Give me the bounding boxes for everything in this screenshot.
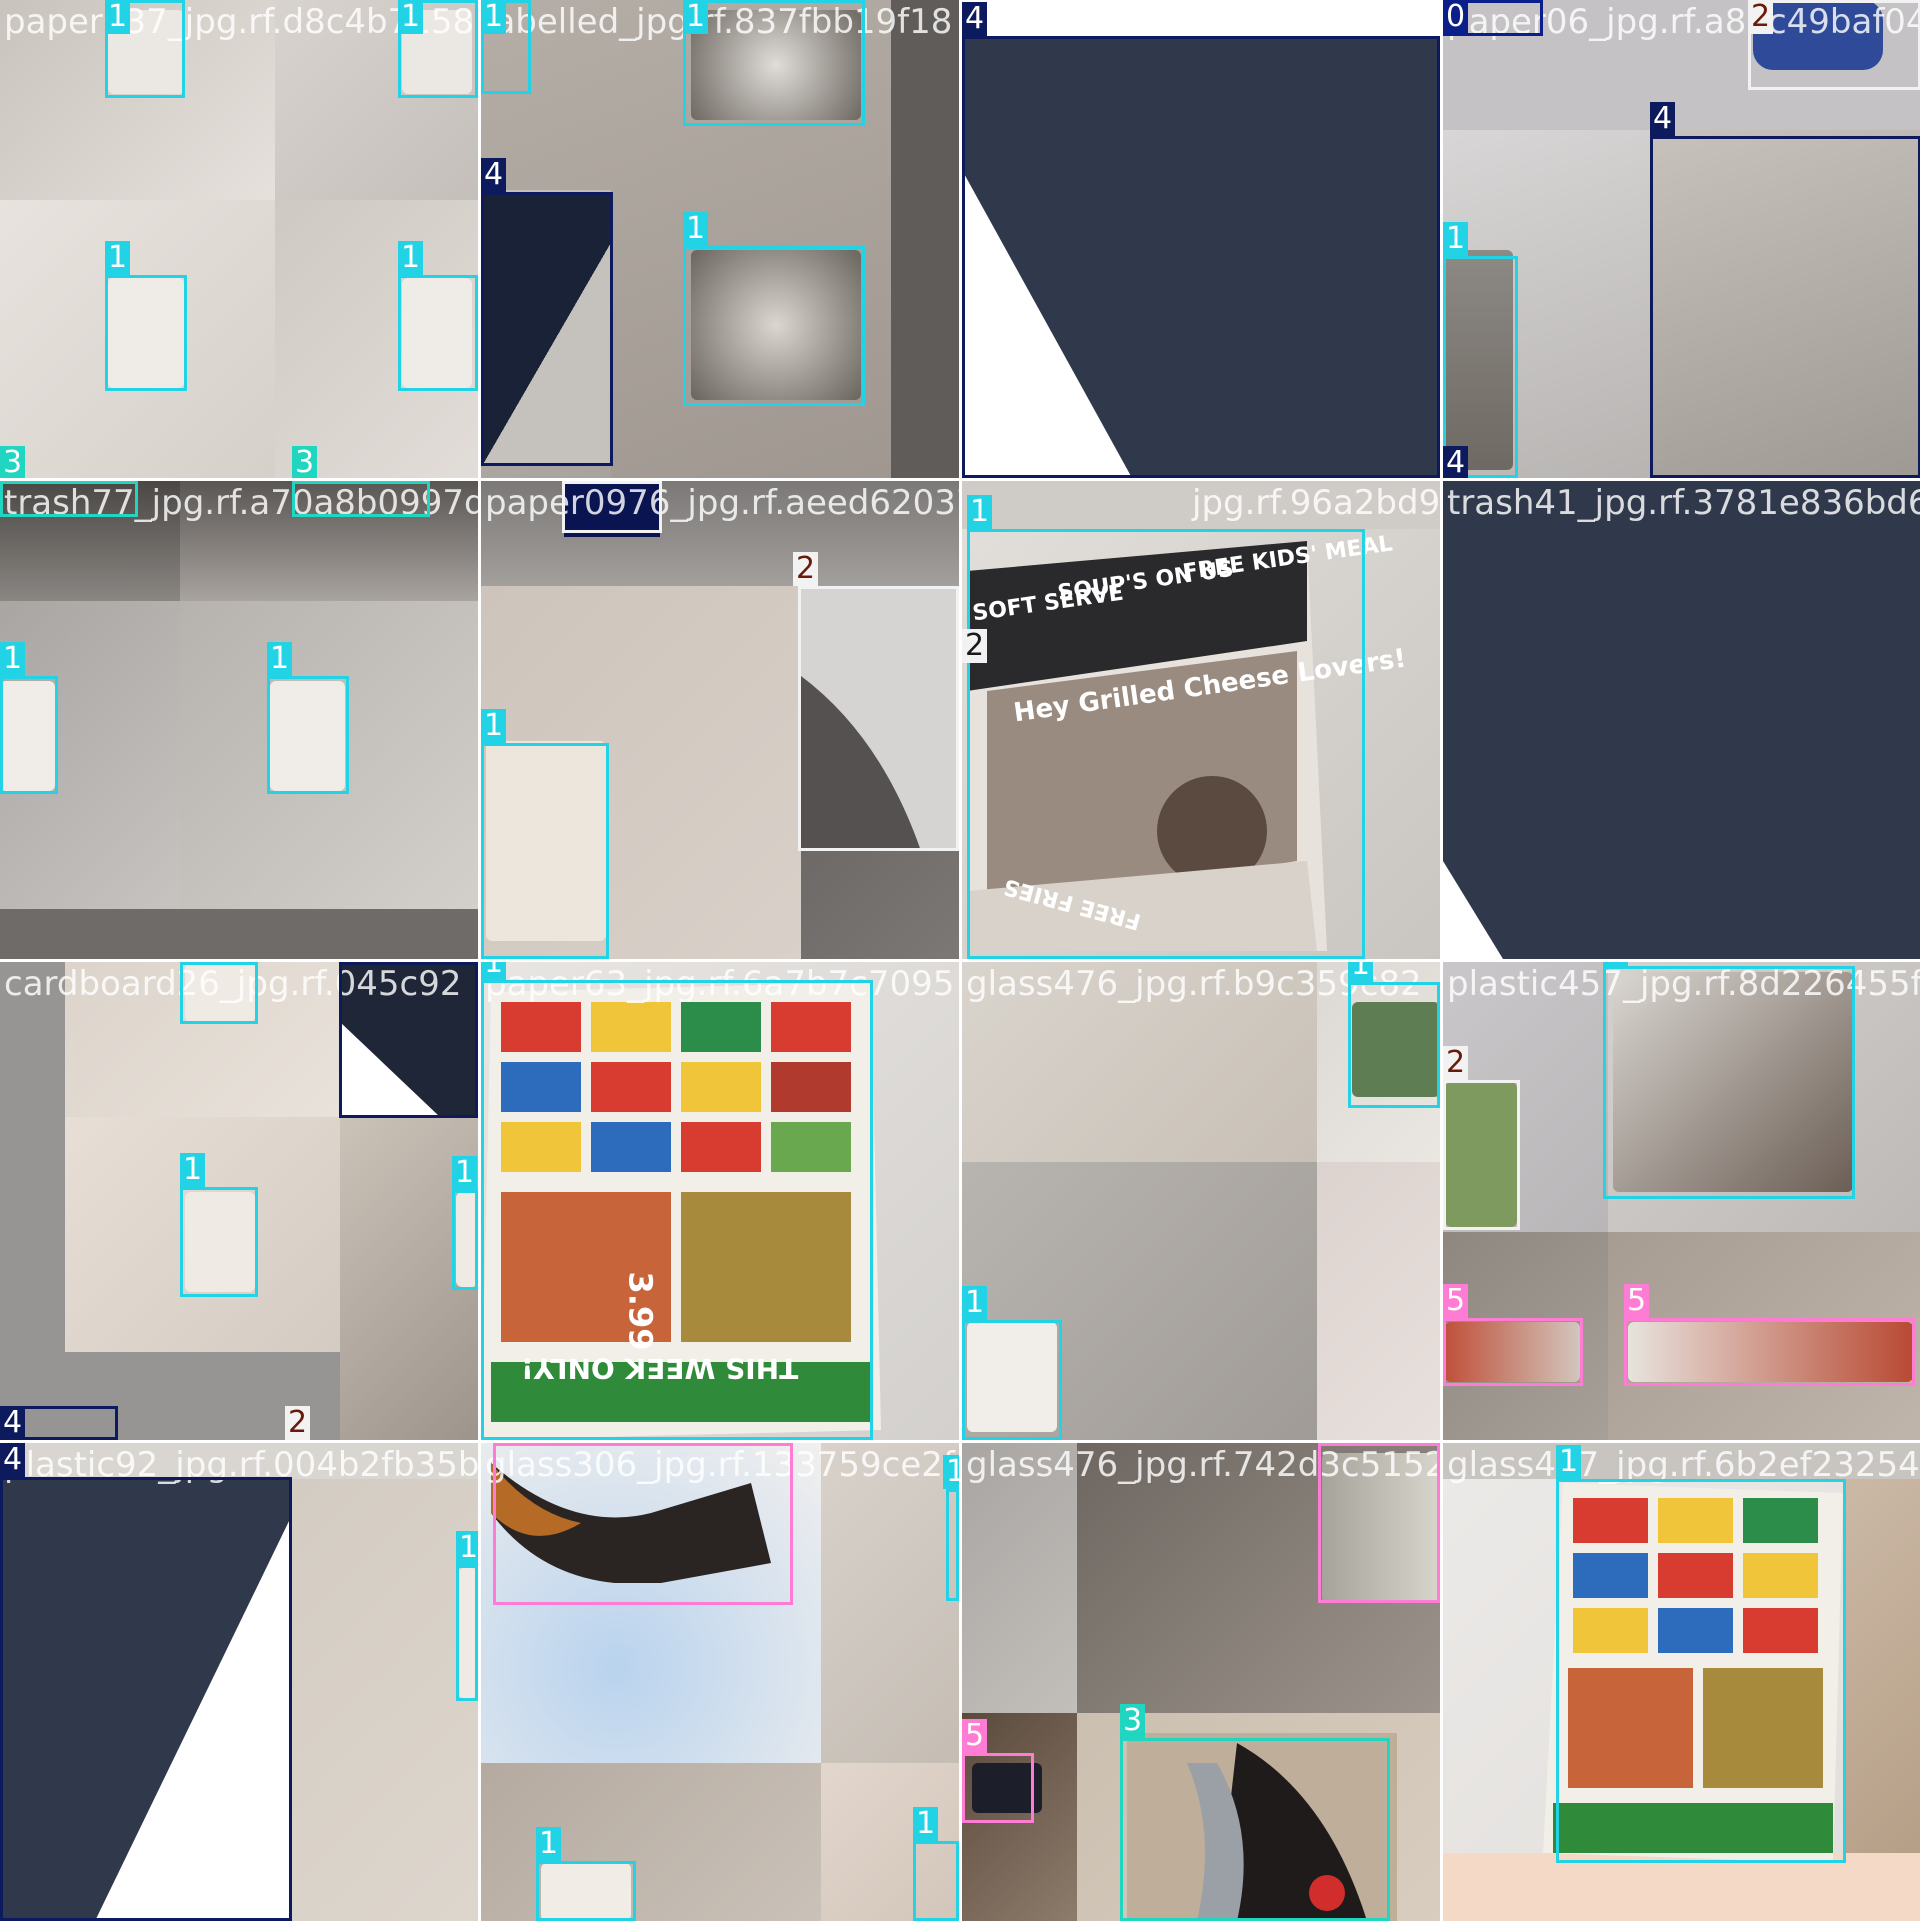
tile-1-0: trash77_jpg.rf.a70a8b0997d0 1 1 xyxy=(0,481,478,959)
bbox-label: 1 xyxy=(481,0,507,34)
bbox-class-4 xyxy=(0,1477,292,1921)
bbox-class-4 xyxy=(1650,136,1920,478)
bbox-class-1 xyxy=(1603,966,1855,1199)
tile-1-2: SOFT SERVE SOUP'S ON US FREE KIDS' MEAL … xyxy=(962,481,1440,959)
bbox-label: 1 xyxy=(1556,1445,1582,1479)
bbox-label: 1 xyxy=(180,1153,206,1187)
mosaic-grid: paper137_jpg.rf.d8c4b7158 1 1 1 1 3 3 la… xyxy=(0,0,1920,1921)
tile-2-2: glass476_jpg.rf.b9c359c82 1 1 xyxy=(962,962,1440,1440)
bbox-label: 1 xyxy=(456,1531,478,1565)
bbox-class-1 xyxy=(267,676,349,794)
bbox-class-2 xyxy=(562,481,662,533)
bbox-class-5 xyxy=(962,1753,1034,1823)
bbox-label: 1 xyxy=(398,0,424,34)
bbox-label: 4 xyxy=(0,1443,26,1477)
bbox-label: 5 xyxy=(1443,1284,1469,1318)
tile-3-3: glass437_jpg.rf.6b2ef23254 1 xyxy=(1443,1443,1920,1921)
bbox-label: 1 xyxy=(1603,962,1629,966)
bbox-class-1 xyxy=(456,1565,478,1701)
bbox-label: 5 xyxy=(1624,1284,1650,1318)
bbox-class-1 xyxy=(105,275,187,391)
bbox-label: 1 xyxy=(683,212,709,246)
bbox-label: 1 xyxy=(267,642,293,676)
tile-2-3: plastic457_jpg.rf.8d226455fd5 1 2 5 5 xyxy=(1443,962,1920,1440)
tile-0-3: paper06_jpg.rf.a87c49baf04e 0 2 4 1 4 xyxy=(1443,0,1920,478)
bbox-class-1 xyxy=(536,1861,636,1921)
bbox-label: 2 xyxy=(1748,0,1774,34)
bbox-label: 2 xyxy=(793,552,819,586)
bbox-class-1 xyxy=(0,676,58,794)
bbox-class-1 xyxy=(913,1841,959,1921)
bbox-label: 1 xyxy=(962,1286,988,1320)
bbox-class-3 xyxy=(0,481,138,517)
bbox-class-1 xyxy=(398,275,478,391)
tile-1-3: trash41_jpg.rf.3781e836bd620 xyxy=(1443,481,1920,959)
bbox-label: 1 xyxy=(0,642,26,676)
bbox-label: 2 xyxy=(285,1406,311,1440)
bbox-class-1 xyxy=(452,1190,478,1290)
bbox-class-1 xyxy=(481,743,609,959)
tile-filename: paper0976_jpg.rf.aeed62037 xyxy=(485,483,959,523)
bbox-label: 1 xyxy=(105,0,131,34)
bbox-class-4 xyxy=(962,36,1440,478)
bbox-label: 3 xyxy=(1120,1704,1146,1738)
bbox-label: 1 xyxy=(536,1827,562,1861)
bbox-class-5 xyxy=(1624,1318,1915,1386)
bbox-class-1 xyxy=(1556,1479,1846,1863)
tile-0-0: paper137_jpg.rf.d8c4b7158 1 1 1 1 3 3 xyxy=(0,0,478,478)
bbox-class-3 xyxy=(1120,1738,1390,1921)
bbox-class-1 xyxy=(962,1320,1062,1440)
bbox-label: 3 xyxy=(0,446,26,478)
tile-2-1: THIS WEEK ONLY! 3.99 paper63_jpg.rf.6a7b… xyxy=(481,962,959,1440)
tile-1-1: paper0976_jpg.rf.aeed62037 2 2 1 xyxy=(481,481,959,959)
bbox-label: 1 xyxy=(683,0,709,34)
bbox-class-2 xyxy=(798,586,959,851)
tile-0-2: 4 xyxy=(962,0,1440,478)
bbox-class-2 xyxy=(1443,1080,1520,1230)
bbox-label: 4 xyxy=(1443,446,1469,478)
bbox-label: 4 xyxy=(0,1406,26,1440)
bbox-label: 1 xyxy=(398,241,424,275)
bbox-label: 1 xyxy=(452,1156,478,1190)
bbox-class-1 xyxy=(946,1489,959,1601)
bbox-label: 1 xyxy=(913,1807,939,1841)
tile-0-1: labelled_jpg.rf.837fbb19f18 1 1 1 4 xyxy=(481,0,959,478)
bbox-class-2 xyxy=(1748,0,1920,90)
bbox-label: 3 xyxy=(292,446,318,478)
bbox-class-1 xyxy=(180,962,258,1024)
tile-2-0: cardboard26_jpg.rf.045c92 1 4 1 1 4 2 xyxy=(0,962,478,1440)
tile-filename: jpg.rf.96a2bd9 xyxy=(1192,483,1440,523)
tile-3-2: glass476_jpg.rf.742d3c515237 5 5 3 xyxy=(962,1443,1440,1921)
bbox-class-1 xyxy=(683,246,865,406)
bbox-label: 4 xyxy=(1650,102,1676,136)
bbox-label: 0 xyxy=(1443,0,1469,34)
bbox-class-1 xyxy=(683,0,865,126)
bbox-class-5 xyxy=(1443,1318,1583,1386)
bbox-label: 1 xyxy=(967,495,993,529)
bbox-class-5 xyxy=(493,1443,793,1605)
bbox-class-5 xyxy=(1318,1443,1440,1603)
bbox-label: 4 xyxy=(962,2,988,36)
bbox-class-1 xyxy=(967,529,1365,959)
tile-3-0: plastic92_jpg.rf.004b2fb35b0 4 1 xyxy=(0,1443,478,1921)
bbox-label: 1 xyxy=(1348,962,1374,982)
bbox-label: 1 xyxy=(1443,222,1469,256)
dark-paper-sheet xyxy=(1443,481,1920,959)
bbox-label: 1 xyxy=(105,241,131,275)
bbox-class-4 xyxy=(339,962,478,1118)
bbox-label: 2 xyxy=(1443,1046,1469,1080)
bbox-class-1 xyxy=(1348,982,1440,1108)
bbox-label: 1 xyxy=(481,709,507,743)
bbox-label: 1 xyxy=(943,1455,959,1489)
bbox-label: 1 xyxy=(481,962,507,980)
bbox-label: 5 xyxy=(962,1719,988,1753)
bbox-class-3 xyxy=(292,481,430,517)
tile-3-1: glass306_jpg.rf.133759ce2f 5 1 1 1 xyxy=(481,1443,959,1921)
bbox-class-1 xyxy=(481,980,873,1440)
tile-filename: trash41_jpg.rf.3781e836bd620 xyxy=(1447,483,1920,523)
bbox-label: 4 xyxy=(481,158,507,192)
bbox-label: 2 xyxy=(962,629,988,663)
bbox-class-1 xyxy=(180,1187,258,1297)
bbox-class-4 xyxy=(481,192,613,466)
